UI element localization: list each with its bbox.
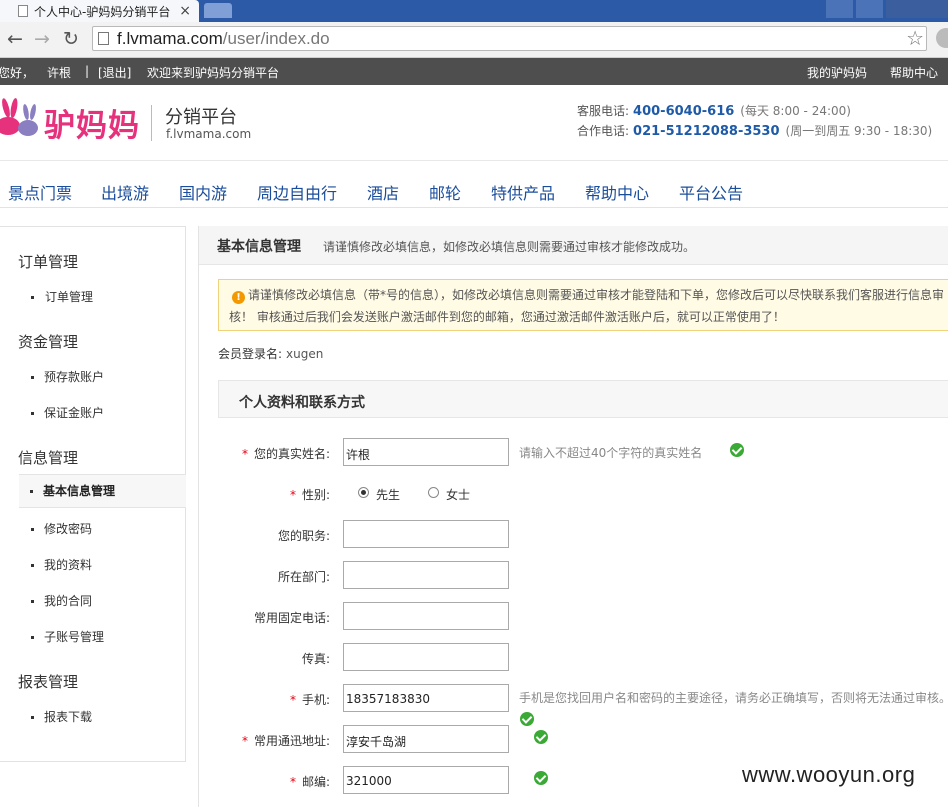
my-account-link[interactable]: 我的驴妈妈: [807, 64, 867, 81]
site-top-bar: 您好， 许根 | [退出] 欢迎来到驴妈妈分销平台 我的驴妈妈 帮助中心: [0, 58, 948, 85]
phone-input[interactable]: [343, 602, 509, 630]
phone-label: 常用固定电话:: [253, 611, 330, 625]
address-valid-check-icon: [534, 730, 548, 744]
welcome-text: 欢迎来到驴妈妈分销平台: [147, 66, 280, 80]
content-header: 基本信息管理 请谨慎修改必填信息，如修改必填信息则需要通过审核才能修改成功。: [199, 226, 948, 265]
donkey-logo-icon[interactable]: [0, 98, 42, 142]
mobile-input[interactable]: 18357183830: [343, 684, 509, 712]
gender-female-label[interactable]: 女士: [446, 486, 470, 503]
page-title: 基本信息管理: [217, 239, 301, 255]
nav-nearby[interactable]: 周边自由行: [257, 180, 337, 204]
back-icon[interactable]: ←: [3, 27, 27, 51]
forward-icon[interactable]: →: [30, 27, 54, 51]
job-label: 您的职务:: [277, 529, 330, 543]
browser-tab[interactable]: 个人中心-驴妈妈分销平台 ×: [0, 0, 199, 22]
nav-hotel[interactable]: 酒店: [367, 180, 399, 204]
zip-label: * 邮编:: [289, 775, 330, 789]
section-title: 个人资料和联系方式: [239, 395, 365, 411]
sidebar-category-report: 报表管理: [18, 673, 79, 691]
platform-domain: f.lvmama.com: [166, 127, 252, 141]
browser-toolbar: ← → ↻ f.lvmama.com/user/index.do ☆: [0, 22, 948, 58]
sidebar-item-deposit[interactable]: 保证金账户: [20, 404, 104, 421]
notice-line-1: 请谨慎修改必填信息（带*号的信息），如修改必填信息则需要通过审核才能登陆和下单，…: [248, 288, 945, 302]
minimize-button[interactable]: [826, 0, 853, 18]
sidebar-item-report-download[interactable]: 报表下载: [20, 708, 92, 725]
sidebar-item-subaccount[interactable]: 子账号管理: [20, 628, 104, 645]
nav-tickets[interactable]: 景点门票: [8, 180, 72, 204]
separator: |: [85, 64, 90, 78]
name-label: * 您的真实姓名:: [241, 447, 330, 461]
section-header: 个人资料和联系方式: [218, 380, 948, 418]
gender-label: * 性别:: [289, 488, 330, 502]
tab-title: 个人中心-驴妈妈分销平台: [34, 4, 171, 19]
greeting-text: 您好，: [0, 66, 35, 80]
content-divider: [198, 226, 199, 807]
window-close-button[interactable]: [886, 0, 948, 18]
job-input[interactable]: [343, 520, 509, 548]
sidebar-category-orders: 订单管理: [18, 253, 79, 271]
service-phone-line: 客服电话: 400-6040-616 (每天 8:00 - 24:00): [577, 104, 851, 119]
gender-female-radio[interactable]: [428, 487, 439, 498]
sidebar-item-prepaid[interactable]: 预存款账户: [20, 368, 104, 385]
nav-announcement[interactable]: 平台公告: [679, 180, 743, 204]
mobile-hint: 手机是您找回用户名和密码的主要途径，请务必正确填写，否则将无法通过审核。: [519, 691, 948, 705]
mobile-valid-check-icon: [520, 712, 534, 726]
logo-text[interactable]: 驴妈妈: [44, 100, 140, 145]
username-link[interactable]: 许根: [47, 64, 71, 81]
nav-domestic[interactable]: 国内游: [179, 180, 227, 204]
reload-icon[interactable]: ↻: [59, 27, 83, 51]
sidebar-item-contract[interactable]: 我的合同: [20, 592, 92, 609]
bookmark-star-icon[interactable]: ☆: [906, 26, 924, 50]
url-text[interactable]: f.lvmama.com/user/index.do: [117, 29, 330, 49]
name-hint: 请输入不超过40个字符的真实姓名: [519, 446, 703, 460]
help-center-link[interactable]: 帮助中心: [890, 64, 938, 81]
zip-input[interactable]: 321000: [343, 766, 509, 794]
fax-label: 传真:: [301, 652, 330, 666]
zip-valid-check-icon: [534, 771, 548, 785]
maximize-button[interactable]: [856, 0, 883, 18]
new-tab-button[interactable]: [204, 3, 232, 18]
sidebar-item-profile[interactable]: 我的资料: [20, 556, 92, 573]
nav-outbound[interactable]: 出境游: [101, 180, 149, 204]
nav-special[interactable]: 特供产品: [491, 180, 555, 204]
mobile-label: * 手机:: [289, 693, 330, 707]
name-valid-check-icon: [730, 443, 744, 457]
page-tip: 请谨慎修改必填信息，如修改必填信息则需要通过审核才能修改成功。: [323, 240, 696, 254]
logo-divider: [151, 105, 152, 141]
page-icon: [98, 32, 109, 45]
sidebar-item-orders[interactable]: 订单管理: [20, 288, 93, 305]
page-icon: [18, 5, 28, 17]
sidebar-item-basic-info[interactable]: 基本信息管理: [19, 474, 186, 508]
fax-input[interactable]: [343, 643, 509, 671]
site-header: 驴妈妈 分销平台 f.lvmama.com 客服电话: 400-6040-616(…: [0, 85, 948, 160]
address-label: * 常用通迅地址:: [241, 734, 330, 748]
logout-link[interactable]: [退出]: [98, 64, 131, 81]
sidebar: 订单管理 订单管理 资金管理 预存款账户 保证金账户 信息管理 基本信息管理 修…: [0, 226, 186, 762]
coop-phone-line: 合作电话: 021-51212088-3530 (周一到周五 9:30 - 18:3…: [577, 124, 933, 139]
sidebar-category-info: 信息管理: [18, 449, 79, 467]
department-label: 所在部门:: [277, 570, 330, 584]
platform-title: 分销平台: [165, 107, 237, 128]
warning-notice: ! 请谨慎修改必填信息（带*号的信息），如修改必填信息则需要通过审核才能登陆和下单…: [218, 279, 948, 331]
main-nav: 景点门票 出境游 国内游 周边自由行 酒店 邮轮 特供产品 帮助中心 平台公告: [0, 160, 948, 208]
gender-male-label[interactable]: 先生: [376, 486, 400, 503]
department-input[interactable]: [343, 561, 509, 589]
sidebar-item-password[interactable]: 修改密码: [20, 520, 92, 537]
address-input[interactable]: 淳安千岛湖: [343, 725, 509, 753]
sidebar-category-funds: 资金管理: [18, 333, 79, 351]
warning-icon: !: [232, 291, 245, 304]
address-bar[interactable]: f.lvmama.com/user/index.do ☆: [92, 26, 927, 51]
nav-cruise[interactable]: 邮轮: [429, 180, 461, 204]
notice-line-2: 核！ 审核通过后我们会发送账户激活邮件到您的邮箱，您通过激活邮件激活账户后，就可…: [229, 310, 785, 324]
tab-close-icon[interactable]: ×: [179, 3, 191, 19]
gender-male-radio[interactable]: [358, 487, 369, 498]
nav-help[interactable]: 帮助中心: [585, 180, 649, 204]
watermark: www.wooyun.org: [742, 762, 916, 787]
member-login-name: 会员登录名: xugen: [218, 347, 324, 361]
browser-tab-strip: 个人中心-驴妈妈分销平台 ×: [0, 0, 948, 22]
real-name-input[interactable]: 许根: [343, 438, 509, 466]
